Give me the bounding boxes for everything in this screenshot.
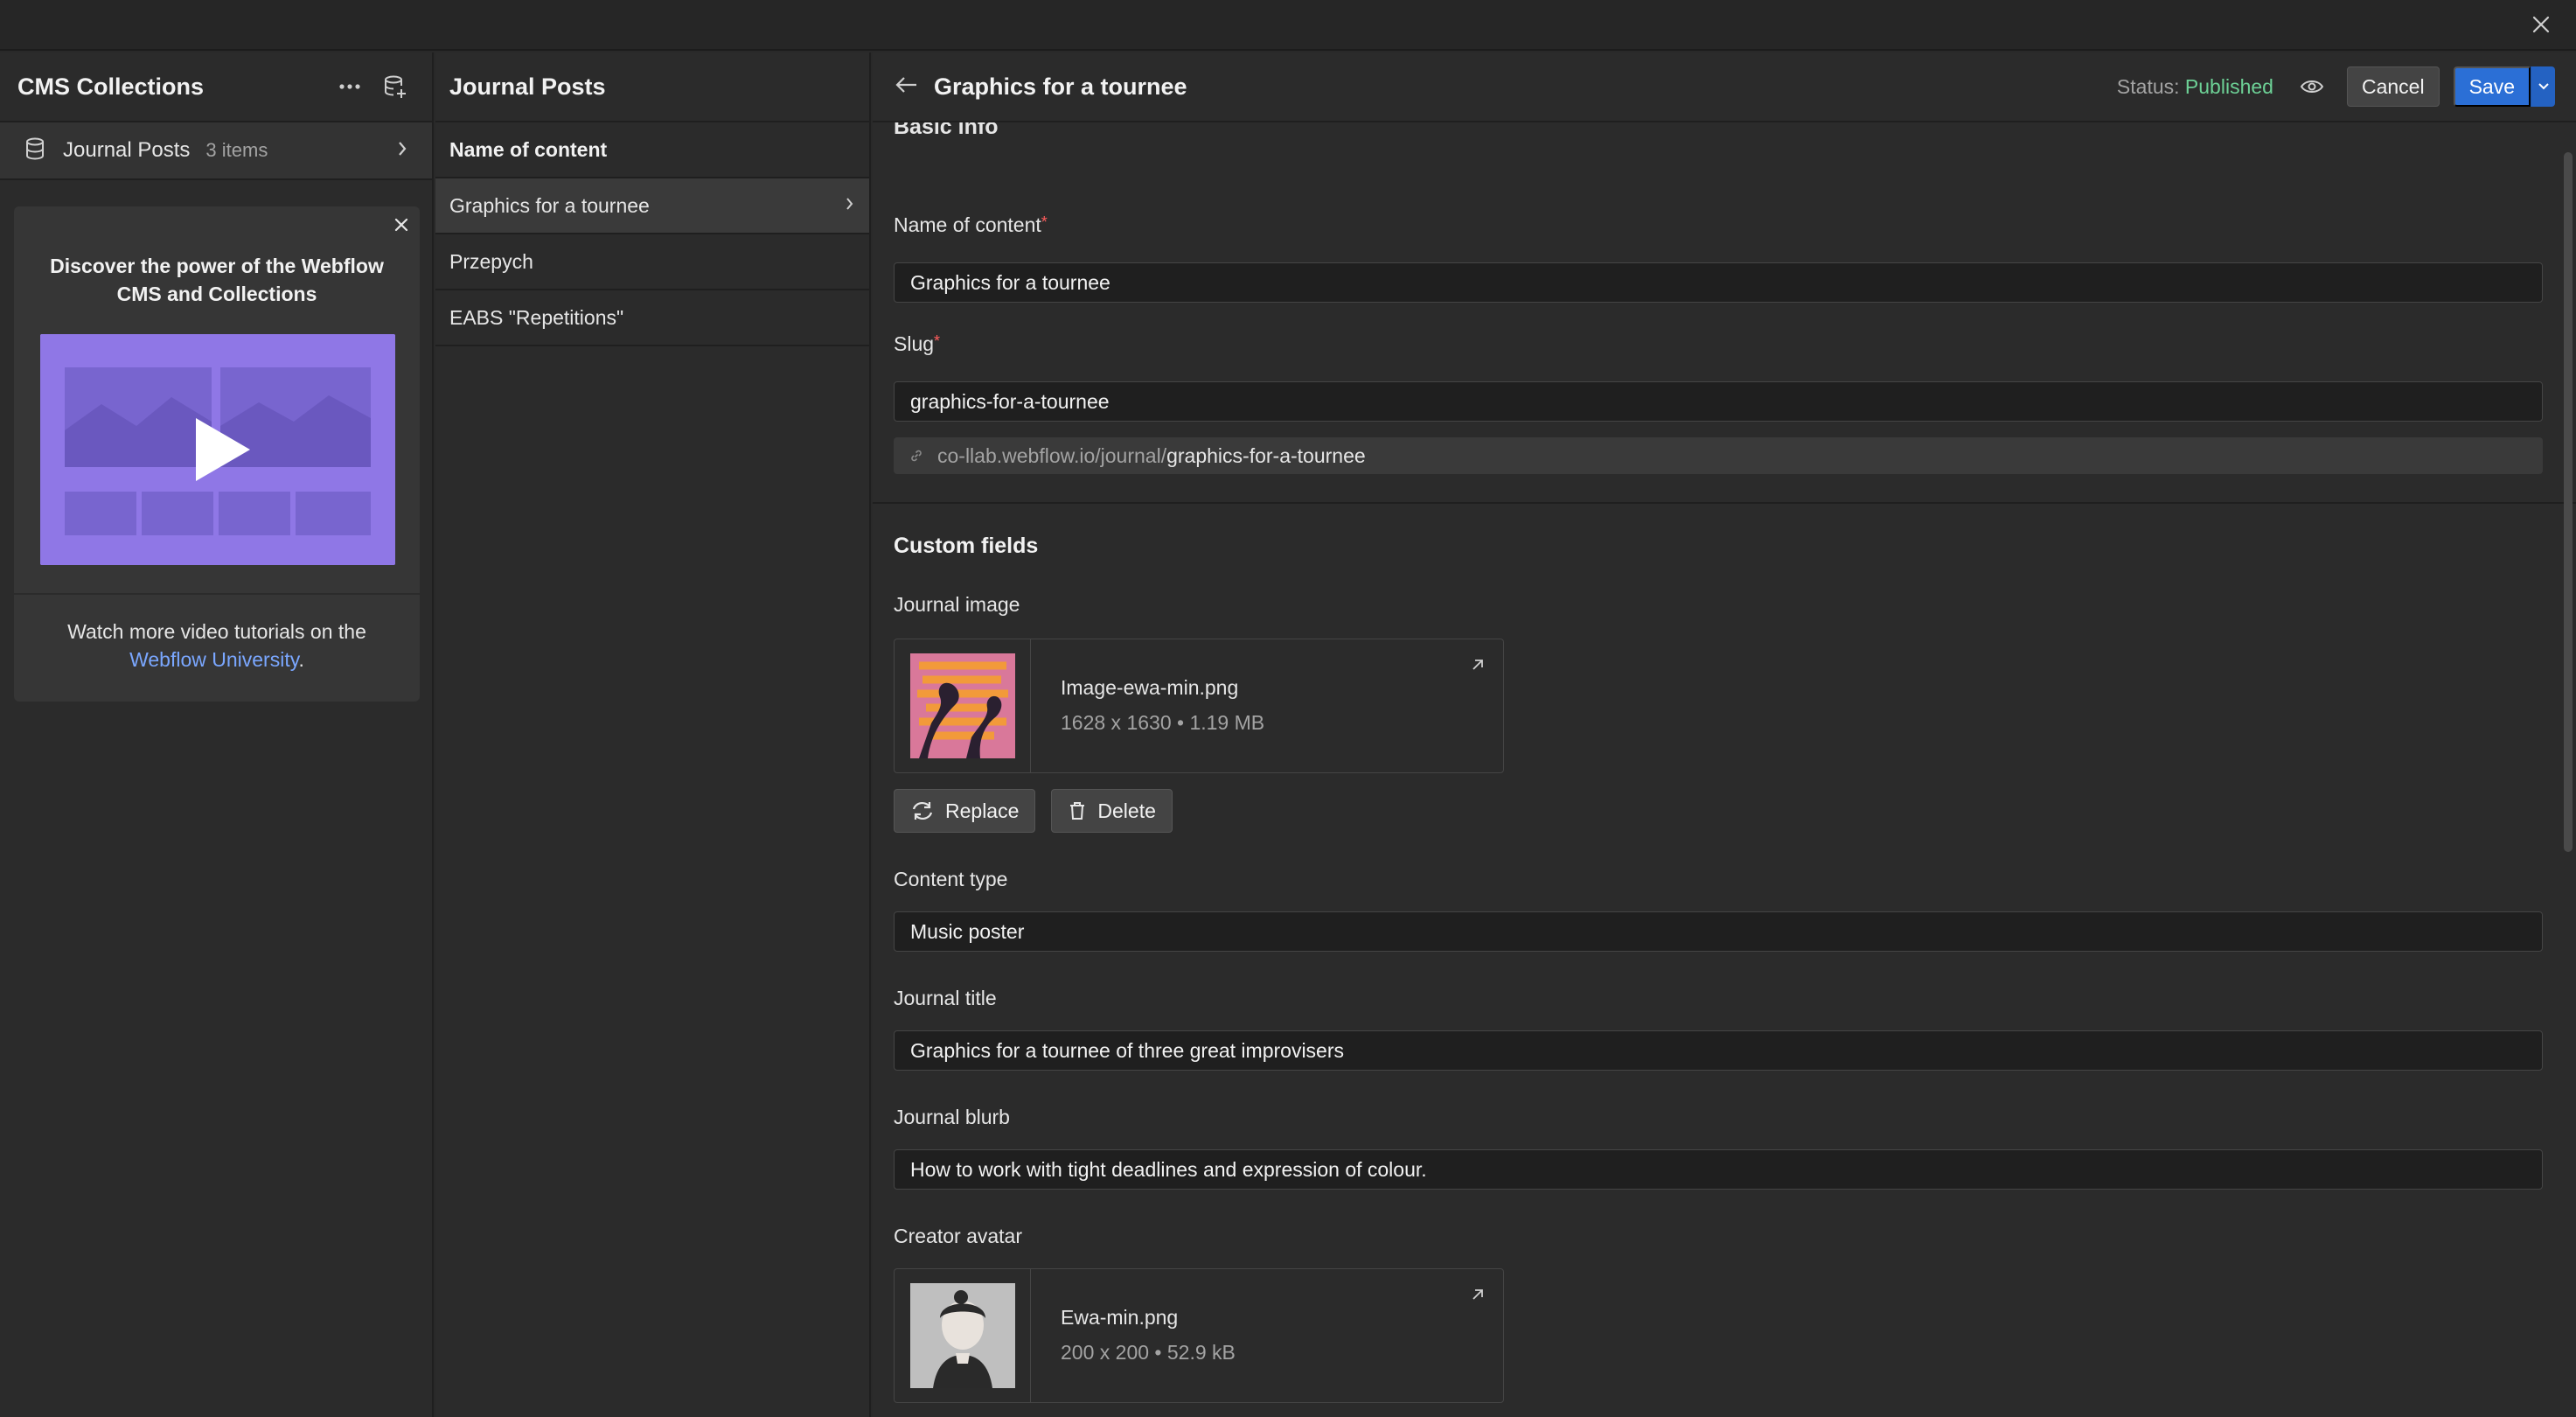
collection-label: Journal Posts bbox=[63, 138, 191, 162]
slug-label-text: Slug bbox=[894, 332, 935, 355]
chevron-right-icon bbox=[845, 194, 855, 218]
status-label: Status: bbox=[2116, 74, 2180, 98]
status-badge: Published bbox=[2184, 74, 2273, 98]
journal-image-thumbnail bbox=[895, 639, 1031, 772]
save-options-chevron-icon[interactable] bbox=[2531, 66, 2555, 107]
list-item[interactable]: Przepych bbox=[435, 234, 869, 290]
link-icon bbox=[909, 449, 923, 463]
add-collection-icon[interactable] bbox=[376, 67, 414, 106]
slug-url-preview[interactable]: co-llab.webflow.io/journal/graphics-for-… bbox=[894, 437, 2543, 474]
open-external-icon[interactable] bbox=[1465, 1281, 1491, 1308]
window-top-bar bbox=[0, 0, 2576, 51]
editor-title: Graphics for a tournee bbox=[934, 73, 1187, 100]
url-slug: graphics-for-a-tournee bbox=[1166, 443, 1366, 467]
journal-title-input[interactable]: Graphics for a tournee of three great im… bbox=[894, 1030, 2543, 1071]
cancel-button[interactable]: Cancel bbox=[2346, 66, 2440, 107]
item-editor-panel: Graphics for a tournee Status: Published… bbox=[873, 52, 2576, 1417]
journal-image-actions: Replace Delete bbox=[894, 789, 1173, 833]
delete-label: Delete bbox=[1097, 799, 1156, 822]
url-base: co-llab.webflow.io/journal/ bbox=[937, 443, 1167, 467]
creator-avatar-filename: Ewa-min.png bbox=[1061, 1306, 1179, 1329]
promo-video-thumbnail[interactable] bbox=[40, 334, 395, 565]
journal-posts-panel: Journal Posts Name of content Graphics f… bbox=[435, 52, 871, 1417]
replace-button[interactable]: Replace bbox=[894, 789, 1036, 833]
collection-item-journal-posts[interactable]: Journal Posts 3 items bbox=[0, 122, 432, 180]
custom-fields-heading: Custom fields bbox=[894, 534, 1039, 558]
journal-posts-header: Journal Posts bbox=[435, 52, 869, 122]
slug-input[interactable]: graphics-for-a-tournee bbox=[894, 381, 2543, 422]
name-label-text: Name of content bbox=[894, 213, 1041, 236]
content-type-label: Content type bbox=[894, 868, 1008, 890]
journal-blurb-input[interactable]: How to work with tight deadlines and exp… bbox=[894, 1149, 2543, 1190]
journal-image-label: Journal image bbox=[894, 593, 1020, 616]
creator-avatar-thumbnail bbox=[895, 1269, 1031, 1402]
list-item-label: Przepych bbox=[449, 249, 533, 273]
dismiss-promo-icon[interactable] bbox=[393, 217, 409, 237]
open-external-icon[interactable] bbox=[1465, 652, 1491, 678]
name-field-label: Name of content* bbox=[894, 213, 1048, 237]
cms-collections-panel: CMS Collections Journal Posts 3 items Di… bbox=[0, 52, 434, 1417]
cms-collections-title: CMS Collections bbox=[17, 73, 205, 100]
journal-image-meta: 1628 x 1630 • 1.19 MB bbox=[1061, 711, 1265, 734]
cms-promo-card: Discover the power of the Webflow CMS an… bbox=[14, 206, 420, 702]
journal-posts-title: Journal Posts bbox=[449, 73, 606, 100]
webflow-university-link[interactable]: Webflow University bbox=[129, 648, 298, 671]
list-item[interactable]: Graphics for a tournee bbox=[435, 178, 869, 234]
list-item[interactable]: EABS "Repetitions" bbox=[435, 290, 869, 346]
section-divider bbox=[873, 502, 2576, 504]
close-icon[interactable] bbox=[2525, 9, 2557, 40]
creator-avatar-label: Creator avatar bbox=[894, 1225, 1023, 1247]
replace-label: Replace bbox=[945, 799, 1020, 822]
list-item-label: EABS "Repetitions" bbox=[449, 305, 624, 329]
journal-title-label: Journal title bbox=[894, 987, 997, 1009]
trash-icon bbox=[1068, 800, 1087, 821]
slug-field-label: Slug* bbox=[894, 332, 940, 356]
journal-blurb-label: Journal blurb bbox=[894, 1106, 1010, 1128]
journal-image-card: Image-ewa-min.png 1628 x 1630 • 1.19 MB bbox=[894, 639, 1504, 773]
collection-count: 3 items bbox=[205, 139, 268, 161]
save-button[interactable]: Save bbox=[2453, 66, 2531, 107]
required-asterisk: * bbox=[1041, 213, 1048, 231]
name-input[interactable]: Graphics for a tournee bbox=[894, 262, 2543, 303]
database-icon bbox=[24, 137, 45, 164]
basic-info-heading: Basic info bbox=[894, 122, 999, 136]
list-item-label: Graphics for a tournee bbox=[449, 193, 650, 217]
chevron-right-icon bbox=[397, 140, 407, 162]
creator-avatar-meta: 200 x 200 • 52.9 kB bbox=[1061, 1341, 1236, 1364]
required-asterisk: * bbox=[934, 332, 941, 350]
delete-button[interactable]: Delete bbox=[1051, 789, 1173, 833]
promo-text-prefix: Watch more video tutorials on the bbox=[67, 620, 366, 643]
preview-eye-icon[interactable] bbox=[2300, 78, 2324, 95]
save-button-group: Save bbox=[2453, 66, 2555, 107]
promo-text: Watch more video tutorials on the Webflo… bbox=[31, 618, 402, 674]
back-arrow-icon[interactable] bbox=[894, 74, 918, 100]
refresh-icon bbox=[910, 800, 935, 821]
creator-avatar-card: Ewa-min.png 200 x 200 • 52.9 kB bbox=[894, 1268, 1504, 1403]
editor-header: Graphics for a tournee Status: Published… bbox=[873, 52, 2576, 122]
more-options-icon[interactable] bbox=[331, 67, 369, 106]
promo-title: Discover the power of the Webflow CMS an… bbox=[50, 255, 384, 305]
journal-image-filename: Image-ewa-min.png bbox=[1061, 676, 1239, 699]
content-type-input[interactable]: Music poster bbox=[894, 911, 2543, 952]
column-header-name[interactable]: Name of content bbox=[435, 122, 869, 178]
status-indicator: Status: Published bbox=[2117, 75, 2273, 99]
cms-collections-header: CMS Collections bbox=[0, 52, 432, 122]
editor-scrollbar[interactable] bbox=[2564, 152, 2573, 852]
promo-divider bbox=[14, 593, 420, 595]
promo-text-suffix: . bbox=[298, 648, 304, 671]
